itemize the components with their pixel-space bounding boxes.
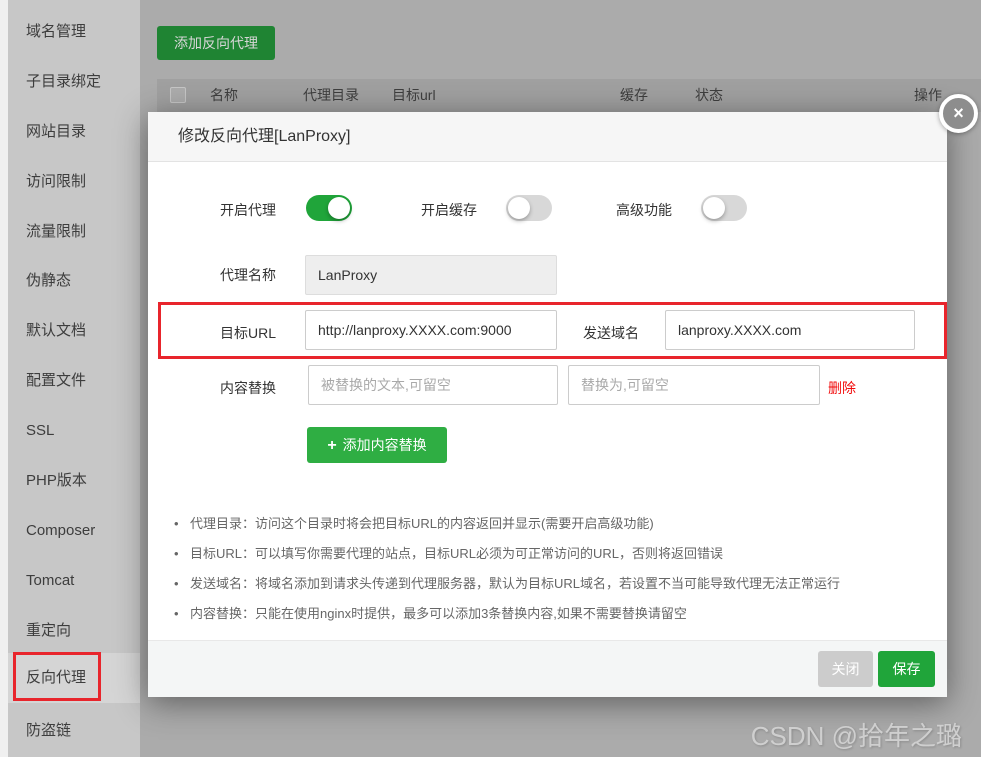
sidebar-item-domain[interactable]: 域名管理 (8, 7, 140, 57)
dialog-header: 修改反向代理[LanProxy] (148, 112, 947, 162)
sidebar-item-php[interactable]: PHP版本 (8, 456, 140, 506)
sidebar-item-default-doc[interactable]: 默认文档 (8, 306, 140, 356)
help-notes: 代理目录：访问这个目录时将会把目标URL的内容返回并显示(需要开启高级功能) 目… (170, 509, 910, 629)
target-url-input[interactable] (305, 310, 557, 350)
col-cache: 缓存 (620, 79, 648, 112)
add-reverse-proxy-button[interactable]: 添加反向代理 (157, 26, 275, 60)
proxy-table-header: 名称 代理目录 目标url 缓存 状态 操作 (157, 79, 981, 112)
close-icon[interactable]: × (939, 94, 978, 133)
col-name: 名称 (210, 79, 238, 112)
replace-from-input[interactable] (308, 365, 558, 405)
toggle-knob (703, 197, 725, 219)
dialog-footer: 关闭 保存 (148, 640, 947, 697)
sidebar-item-subdir[interactable]: 子目录绑定 (8, 57, 140, 107)
note-send-domain: 发送域名：将域名添加到请求头传递到代理服务器，默认为目标URL域名，若设置不当可… (170, 569, 910, 599)
add-content-replace-button[interactable]: + 添加内容替换 (307, 427, 447, 463)
target-url-label: 目标URL (220, 323, 276, 343)
col-proxy-dir: 代理目录 (303, 79, 359, 112)
edit-reverse-proxy-dialog: 修改反向代理[LanProxy] 开启代理 开启缓存 高级功能 代理名称 目标U… (148, 112, 947, 697)
save-button[interactable]: 保存 (878, 651, 935, 687)
proxy-name-input[interactable] (305, 255, 557, 295)
advanced-toggle[interactable] (701, 195, 747, 221)
enable-proxy-label: 开启代理 (220, 200, 276, 220)
note-proxy-dir: 代理目录：访问这个目录时将会把目标URL的内容返回并显示(需要开启高级功能) (170, 509, 910, 539)
replace-to-input[interactable] (568, 365, 820, 405)
sidebar-item-redirect[interactable]: 重定向 (8, 606, 140, 656)
delete-replace-link[interactable]: 删除 (828, 378, 856, 398)
dialog-title: 修改反向代理[LanProxy] (178, 112, 947, 162)
toggle-knob (328, 197, 350, 219)
site-settings-sidebar: 域名管理 子目录绑定 网站目录 访问限制 流量限制 伪静态 默认文档 配置文件 … (8, 0, 140, 757)
enable-cache-label: 开启缓存 (421, 200, 477, 220)
sidebar-item-config[interactable]: 配置文件 (8, 356, 140, 406)
enable-proxy-toggle[interactable] (306, 195, 352, 221)
screen: 域名管理 子目录绑定 网站目录 访问限制 流量限制 伪静态 默认文档 配置文件 … (0, 0, 981, 757)
sidebar-item-traffic[interactable]: 流量限制 (8, 207, 140, 257)
sidebar-item-hotlink[interactable]: 防盗链 (8, 706, 140, 756)
col-target-url: 目标url (392, 79, 436, 112)
page-left-strip (0, 0, 8, 757)
select-all-checkbox[interactable] (170, 87, 186, 103)
watermark-text: CSDN @拾年之璐 (751, 716, 962, 753)
note-content-replace: 内容替换：只能在使用nginx时提供，最多可以添加3条替换内容,如果不需要替换请… (170, 599, 910, 629)
add-content-replace-label: 添加内容替换 (343, 437, 427, 453)
proxy-name-label: 代理名称 (220, 265, 276, 285)
note-target-url: 目标URL：可以填写你需要代理的站点，目标URL必须为可正常访问的URL，否则将… (170, 539, 910, 569)
plus-icon: + (327, 437, 336, 454)
sidebar-item-reverse-proxy[interactable]: 反向代理 (8, 653, 140, 703)
close-button[interactable]: 关闭 (818, 651, 873, 687)
col-action: 操作 (914, 79, 942, 112)
sidebar-item-composer[interactable]: Composer (8, 506, 140, 556)
sidebar-item-rewrite[interactable]: 伪静态 (8, 256, 140, 306)
toggle-knob (508, 197, 530, 219)
content-replace-label: 内容替换 (220, 378, 276, 398)
sidebar-item-ssl[interactable]: SSL (8, 406, 140, 456)
send-domain-input[interactable] (665, 310, 915, 350)
col-status: 状态 (695, 79, 723, 112)
sidebar-item-sitedir[interactable]: 网站目录 (8, 107, 140, 157)
sidebar-item-tomcat[interactable]: Tomcat (8, 556, 140, 606)
enable-cache-toggle[interactable] (506, 195, 552, 221)
advanced-label: 高级功能 (616, 200, 672, 220)
send-domain-label: 发送域名 (583, 323, 639, 343)
sidebar-item-access[interactable]: 访问限制 (8, 157, 140, 207)
